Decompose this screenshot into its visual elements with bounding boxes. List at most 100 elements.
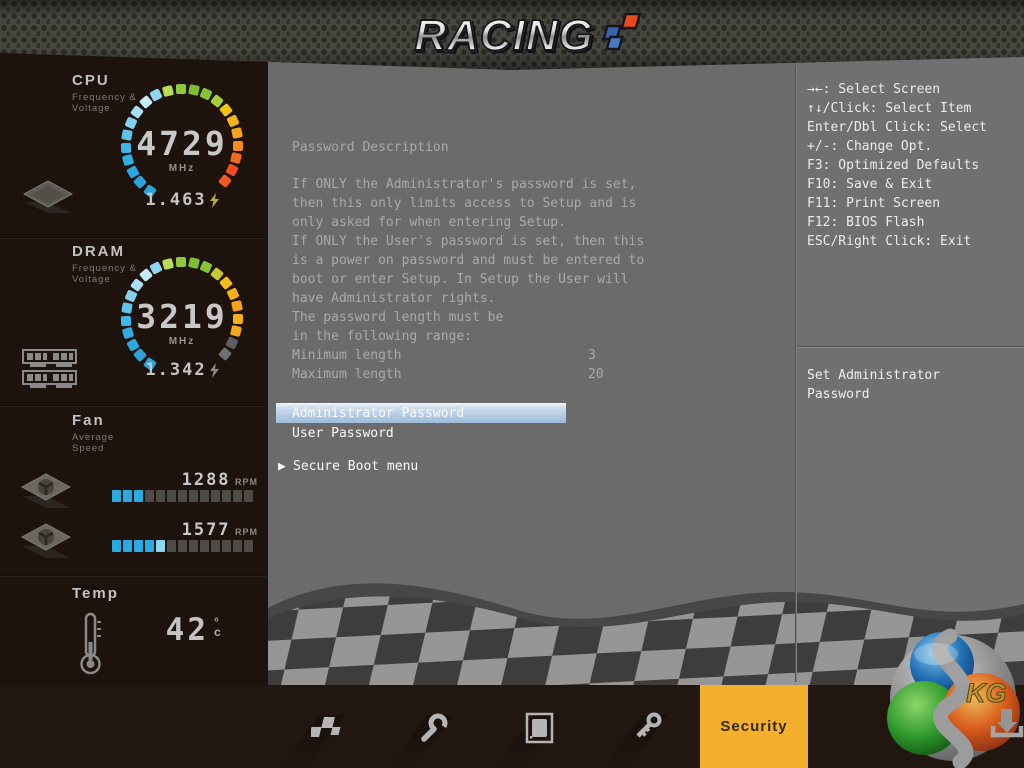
- shortcut-line: ESC/Right Click: Exit: [807, 234, 987, 253]
- fan-bar-segment: [200, 490, 209, 502]
- fan-bar-segment: [189, 490, 198, 502]
- description-line: is a power on password and must be enter…: [292, 253, 644, 272]
- help-panel-divider: [797, 346, 1024, 348]
- fan-bar-segment: [167, 490, 176, 502]
- menu-item-administrator-password[interactable]: Administrator Password: [292, 406, 464, 421]
- dram-voltage-value: 1.342: [145, 360, 206, 380]
- fan-section-title: Fan: [72, 412, 105, 429]
- tab-boot[interactable]: [631, 711, 665, 745]
- fan-bar-segment: [145, 540, 154, 552]
- fan1-icon: [20, 472, 72, 510]
- fan2-icon: [20, 522, 72, 560]
- menu-item-user-password[interactable]: User Password: [292, 426, 394, 441]
- fan-bar-segment: [233, 490, 242, 502]
- description-line: in the following range:: [292, 329, 644, 348]
- flag-icon: [311, 713, 343, 743]
- item-help-line1: Set Administrator: [807, 368, 940, 383]
- dram-frequency-unit: MHz: [120, 336, 244, 347]
- thermometer-icon: [76, 612, 104, 676]
- hw-monitor-sidebar: CPU Frequency & Voltage 4729 MHz 1.463 D…: [0, 0, 268, 685]
- description-line: If ONLY the Administrator's password is …: [292, 177, 644, 196]
- fan2-rpm-unit: RPM: [235, 527, 258, 537]
- lightning-bolt-icon: [210, 193, 219, 208]
- fan1-rpm-unit: RPM: [235, 477, 258, 487]
- gauge-segment: [219, 276, 233, 290]
- shortcut-line: F12: BIOS Flash: [807, 215, 987, 234]
- fan-section-subtitle: Average: [72, 432, 114, 443]
- gauge-segment: [176, 257, 186, 267]
- fan-bar-segment: [178, 540, 187, 552]
- bottom-navigation-bar: 19:18 Wed,December 21,2016: [0, 685, 1024, 768]
- shortcut-line: F10: Save & Exit: [807, 177, 987, 196]
- tab-advanced[interactable]: [416, 711, 450, 745]
- fan2-speed-bar: [112, 540, 258, 552]
- gauge-segment: [188, 84, 200, 96]
- gauge-segment: [130, 105, 144, 119]
- description-line: If ONLY the User's password is set, then…: [292, 234, 644, 253]
- fan2-rpm-value: 1577: [182, 520, 231, 540]
- fan1-rpm: 1288 RPM: [112, 470, 258, 490]
- cpu-voltage: 1.463: [120, 190, 244, 210]
- description-line: have Administrator rights.: [292, 291, 644, 310]
- min-length-value: 3: [588, 348, 596, 363]
- fan-bar-segment: [244, 540, 253, 552]
- fan-bar-segment: [189, 540, 198, 552]
- gauge-segment: [218, 347, 232, 361]
- cpu-frequency-value: 4729: [120, 124, 244, 163]
- gauge-segment: [218, 174, 232, 188]
- key-icon: [632, 712, 664, 744]
- fan-bar-segment: [222, 490, 231, 502]
- menu-item-secure-boot[interactable]: Secure Boot menu: [293, 459, 418, 474]
- shortcut-line: ↑↓/Click: Select Item: [807, 101, 987, 120]
- kitguru-initials: KG: [966, 678, 1007, 708]
- bios-screen: CPU Frequency & Voltage 4729 MHz 1.463 D…: [0, 0, 1024, 768]
- cpu-voltage-value: 1.463: [145, 190, 206, 210]
- max-length-label: Maximum length: [292, 367, 402, 382]
- gauge-segment: [188, 257, 200, 269]
- cpu-chip-icon: [22, 180, 74, 214]
- cpu-frequency-unit: MHz: [120, 163, 244, 174]
- description-line: only asked for when entering Setup.: [292, 215, 644, 234]
- fan-bar-segment: [145, 490, 154, 502]
- fan-bar-segment: [156, 490, 165, 502]
- shortcut-line: F11: Print Screen: [807, 196, 987, 215]
- temp-unit: ° c: [214, 617, 221, 637]
- shortcut-line: F3: Optimized Defaults: [807, 158, 987, 177]
- fan1-speed-bar: [112, 490, 258, 502]
- min-length-label: Minimum length: [292, 348, 402, 363]
- gauge-segment: [219, 103, 233, 117]
- dram-frequency-value: 3219: [120, 297, 244, 336]
- temp-section-title: Temp: [72, 585, 119, 602]
- gauge-segment: [176, 84, 186, 94]
- racing-logo-text: RACING: [414, 11, 594, 61]
- fan-bar-segment: [167, 540, 176, 552]
- password-description-body: If ONLY the Administrator's password is …: [292, 177, 644, 348]
- description-line: The password length must be: [292, 310, 644, 329]
- fan-bar-segment: [244, 490, 253, 502]
- wrench-icon: [417, 712, 449, 744]
- gauge-segment: [130, 278, 144, 292]
- shortcut-line: +/-: Change Opt.: [807, 139, 987, 158]
- gauge-segment: [162, 258, 174, 270]
- temp-value: 42: [145, 612, 209, 648]
- checkered-flag-icon: [600, 10, 646, 52]
- shortcut-line: Enter/Dbl Click: Select: [807, 120, 987, 139]
- gauge-segment: [162, 85, 174, 97]
- fan-bar-segment: [134, 540, 143, 552]
- tab-security[interactable]: Security: [700, 685, 808, 768]
- dram-voltage: 1.342: [120, 360, 244, 380]
- tab-main[interactable]: [310, 711, 344, 745]
- chip-icon: [524, 712, 556, 744]
- fan-bar-segment: [123, 490, 132, 502]
- tab-chipset[interactable]: [523, 711, 557, 745]
- fan-bar-segment: [134, 490, 143, 502]
- fan1-rpm-value: 1288: [182, 470, 231, 490]
- gauge-segment: [150, 88, 163, 101]
- fan-bar-segment: [178, 490, 187, 502]
- gauge-segment: [150, 261, 163, 274]
- fan-bar-segment: [211, 490, 220, 502]
- section-divider: [0, 405, 268, 407]
- tab-security-label: Security: [720, 718, 787, 735]
- shortcut-help-panel: →←: Select Screen↑↓/Click: Select ItemEn…: [807, 82, 987, 253]
- panel-vertical-divider: [795, 66, 797, 682]
